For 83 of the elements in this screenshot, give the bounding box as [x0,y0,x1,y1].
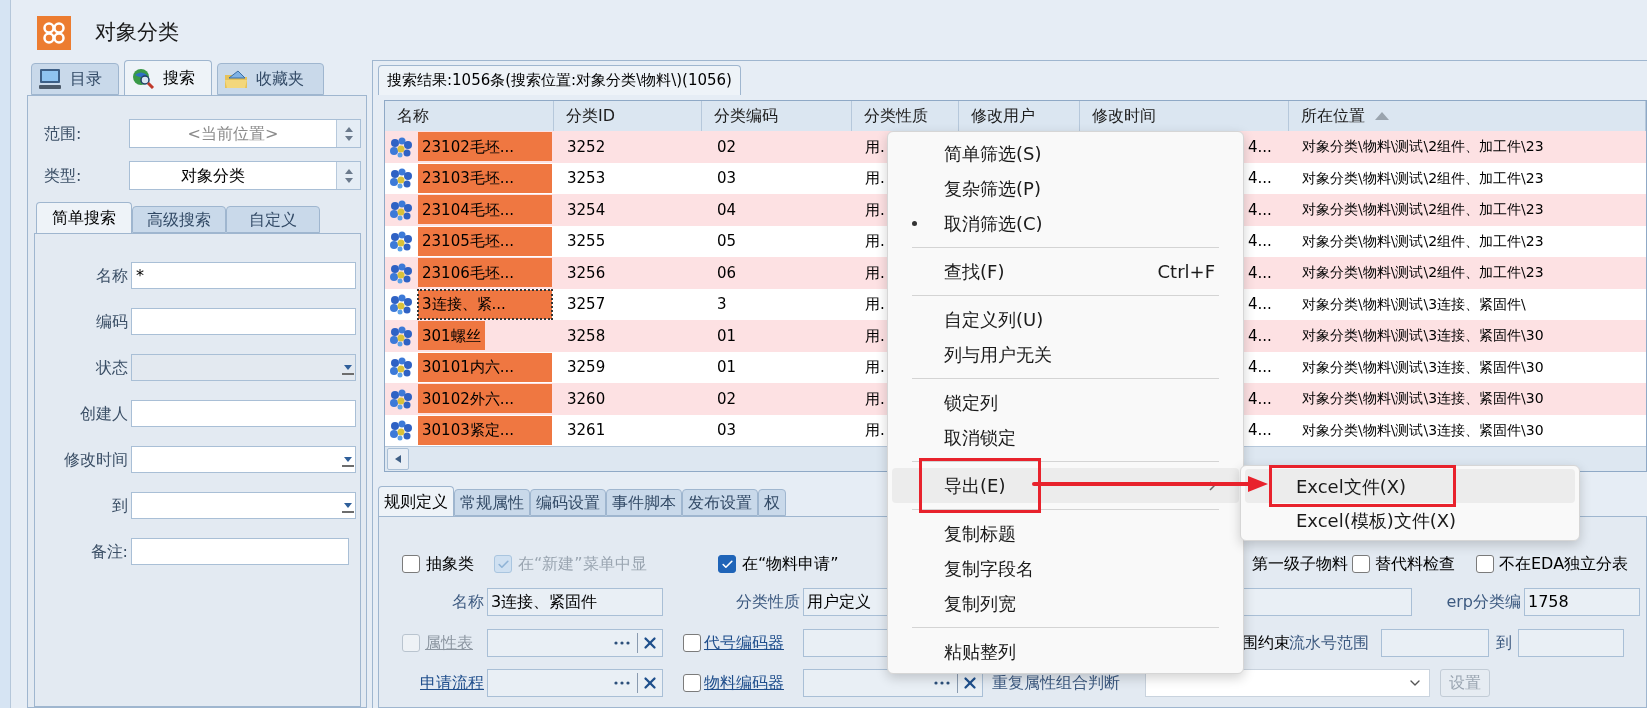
table-cell-text: 3255 [566,231,607,252]
name-cell: 23104毛坯... [418,195,552,225]
window-title: 对象分类 [95,18,179,46]
checkbox-label: 替代料检查 [1375,553,1455,575]
table-cell-text: 02 [716,388,738,410]
table-cell-text: 对象分类\物料\测试\3连接、紧固件\30 [1301,357,1545,377]
field-label: 创建人 [79,402,129,425]
table-cell-text: 04 [716,199,738,221]
table-cell-text: 06 [716,262,738,284]
table-cell-text: 03 [716,168,738,189]
field-label: 备注: [89,540,129,563]
field-label: 分类性质 [735,591,801,613]
field-label: 名称 [451,591,485,613]
name-cell: 23103毛坯... [418,163,552,193]
table-cell-text: 3 [716,294,728,315]
table-cell-text: 05 [716,231,738,252]
field-label: 类型: [43,164,83,187]
checkbox-label: 抽象类 [426,553,474,575]
table-cell-text: 4... [1247,199,1273,221]
table-cell-text: 4... [1247,168,1273,189]
table-cell-text: 4... [1247,231,1273,252]
table-cell-text: 对象分类\物料\测试\2组件、加工件\23 [1301,137,1545,157]
name-cell: 23105毛坯... [418,226,552,256]
table-cell-text: 3259 [566,357,607,378]
table-cell-text: 4... [1247,420,1273,441]
option-label: 第一级子物料 [1252,553,1349,575]
table-cell-text: 用. [864,136,886,158]
name-cell: 3连接、紧... [418,289,552,319]
name-cell: 30103紧定... [418,415,552,445]
field-label: 重复属性组合判断 [992,672,1121,694]
name-cell: 23106毛坯... [418,258,552,288]
checkbox-label: 不在EDA独立分表 [1499,553,1629,575]
field-label: 到 [111,494,129,517]
table-cell-text: 02 [716,136,738,158]
table-cell-text: 3257 [566,294,607,315]
name-cell: 301螺丝 [418,321,485,351]
table-cell-text: 03 [716,420,738,441]
table-cell-text: 3258 [566,325,607,347]
table-cell-text: 用. [864,231,886,252]
table-cell-text: 对象分类\物料\测试\2组件、加工件\23 [1301,263,1545,283]
table-cell-text: 用. [864,168,886,189]
table-cell-text: 4... [1247,262,1273,284]
table-cell-text: 对象分类\物料\测试\2组件、加工件\23 [1301,168,1545,188]
table-cell-text: 用. [864,199,886,221]
table-cell-text: 3253 [566,168,607,189]
table-cell-text: 3256 [566,262,607,284]
field-label: 状态 [95,356,129,379]
field-label: 名称 [95,264,129,287]
table-cell-text: 3261 [566,420,607,441]
table-cell-text: 用. [864,325,886,347]
field-label: erp分类编 [1445,591,1522,613]
table-cell-text: 对象分类\物料\测试\2组件、加工件\23 [1301,231,1545,251]
table-cell-text: 4... [1247,325,1273,347]
table-cell-text: 4... [1247,136,1273,158]
table-cell-text: 用. [864,388,886,410]
table-cell-text: 对象分类\物料\测试\3连接、紧固件\30 [1301,326,1545,346]
field-label: 流水号范围 [1289,632,1370,654]
table-cell-text: 对象分类\物料\测试\3连接、紧固件\ [1301,294,1527,314]
table-cell-text: 用. [864,420,886,441]
table-cell-text: 对象分类\物料\测试\3连接、紧固件\30 [1301,389,1545,409]
table-cell-text: 对象分类\物料\测试\2组件、加工件\23 [1301,200,1545,220]
name-cell: 30102外六... [418,384,552,414]
table-cell-text: 用. [864,294,886,315]
table-cell-text: 3252 [566,136,607,158]
name-cell: 30101内六... [418,352,552,382]
table-cell-text: 01 [716,325,738,347]
checkbox-label: 在“新建”菜单中显 [518,553,647,575]
field-label: 范围: [43,122,83,145]
field-label: 编码 [95,310,129,333]
table-cell-text: 3260 [566,388,607,410]
field-label: 修改时间 [63,448,129,471]
table-cell-text: 4... [1247,294,1273,315]
name-cell: 23102毛坯... [418,132,552,162]
table-cell-text: 4... [1247,388,1273,410]
field-label: 到 [1496,632,1513,654]
table-cell-text: 用. [864,357,886,378]
table-cell-text: 01 [716,357,738,378]
table-cell-text: 对象分类\物料\测试\3连接、紧固件\30 [1301,420,1545,440]
table-cell-text: 用. [864,262,886,284]
checkbox-label: 在“物料申请” [742,553,839,575]
table-cell-text: 3254 [566,199,607,221]
shortcut-label: Ctrl+F [1157,260,1215,284]
table-cell-text: 4... [1247,357,1273,378]
